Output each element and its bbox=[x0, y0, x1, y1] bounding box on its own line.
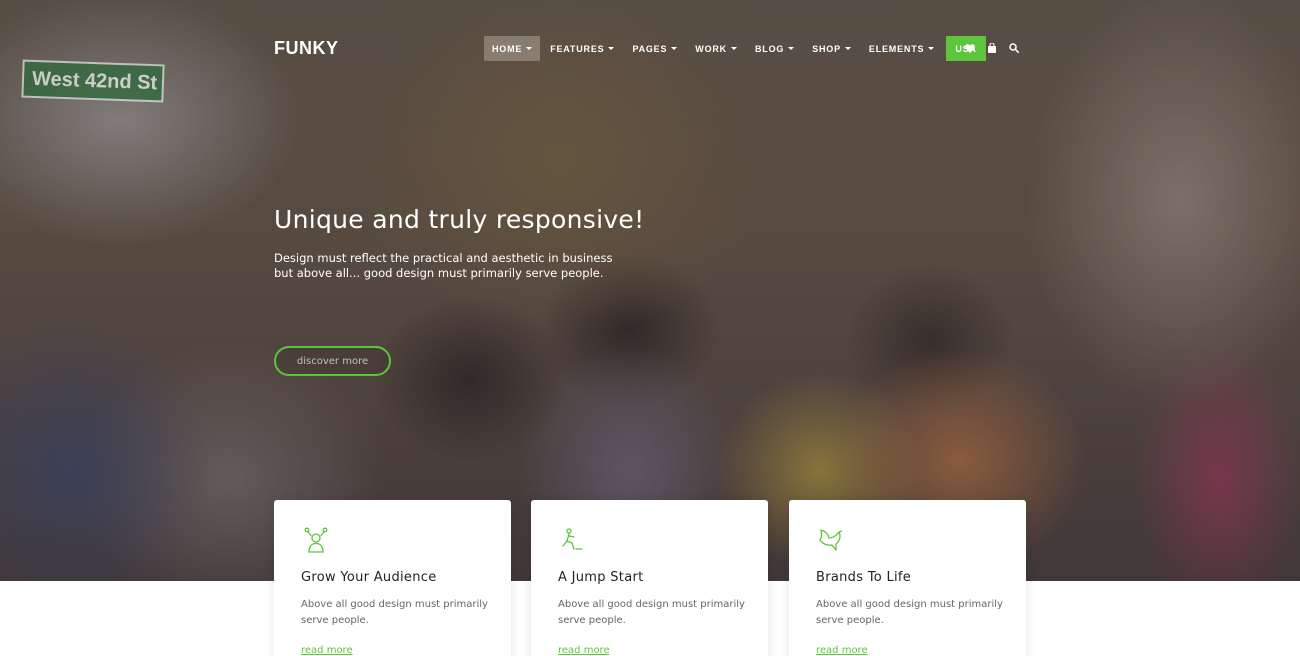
hero-subtitle: Design must reflect the practical and ae… bbox=[274, 251, 613, 280]
nav-item-blog[interactable]: BLOG bbox=[747, 36, 802, 61]
chevron-down-icon bbox=[608, 47, 615, 50]
feature-cards: Grow Your Audience Above all good design… bbox=[274, 500, 1026, 656]
discover-more-button[interactable]: discover more bbox=[274, 346, 391, 376]
nav-item-label: FEATURES bbox=[550, 43, 605, 54]
chevron-down-icon bbox=[730, 47, 737, 50]
feature-card: A Jump Start Above all good design must … bbox=[531, 500, 768, 656]
read-more-link[interactable]: read more bbox=[558, 645, 741, 656]
hero-content: Unique and truly responsive! Design must… bbox=[274, 204, 654, 376]
feature-card: Grow Your Audience Above all good design… bbox=[274, 500, 511, 656]
site-logo[interactable]: FUNKY bbox=[274, 38, 339, 59]
shopping-bag-icon[interactable] bbox=[986, 42, 998, 54]
nav-item-label: HOME bbox=[492, 43, 523, 54]
chevron-down-icon bbox=[671, 47, 678, 50]
nav-item-pages[interactable]: PAGES bbox=[624, 36, 685, 61]
chevron-down-icon bbox=[928, 47, 935, 50]
dove-icon bbox=[816, 526, 846, 556]
card-title: Grow Your Audience bbox=[301, 570, 437, 585]
card-title: A Jump Start bbox=[558, 570, 644, 585]
nav-item-shop[interactable]: SHOP bbox=[804, 36, 859, 61]
site-header: FUNKY HOME FEATURES PAGES WORK BLOG SHOP… bbox=[0, 0, 1300, 96]
card-text: Above all good design must primarily ser… bbox=[816, 599, 1003, 626]
chevron-down-icon bbox=[844, 47, 851, 50]
read-more-link[interactable]: read more bbox=[816, 645, 999, 656]
card-text: Above all good design must primarily ser… bbox=[301, 599, 488, 626]
card-text: Above all good design must primarily ser… bbox=[558, 599, 745, 626]
nav-item-features[interactable]: FEATURES bbox=[542, 36, 622, 61]
header-icons bbox=[964, 42, 1030, 54]
nav-item-label: WORK bbox=[695, 43, 727, 54]
heart-icon[interactable] bbox=[964, 42, 976, 54]
main-nav: HOME FEATURES PAGES WORK BLOG SHOP ELEME… bbox=[484, 36, 988, 61]
jump-start-icon bbox=[558, 526, 588, 556]
chevron-down-icon bbox=[788, 47, 795, 50]
nav-item-elements[interactable]: ELEMENTS bbox=[861, 36, 942, 61]
nav-item-work[interactable]: WORK bbox=[687, 36, 745, 61]
nav-item-label: SHOP bbox=[812, 43, 841, 54]
nav-item-label: ELEMENTS bbox=[868, 43, 925, 54]
search-icon[interactable] bbox=[1008, 42, 1020, 54]
chevron-down-icon bbox=[526, 47, 533, 50]
read-more-link[interactable]: read more bbox=[301, 645, 484, 656]
nav-item-label: PAGES bbox=[632, 43, 668, 54]
audience-icon bbox=[301, 526, 331, 556]
nav-item-label: BLOG bbox=[754, 43, 785, 54]
feature-card: Brands To Life Above all good design mus… bbox=[789, 500, 1026, 656]
card-title: Brands To Life bbox=[816, 570, 912, 585]
nav-item-home[interactable]: HOME bbox=[484, 36, 541, 61]
hero-title: Unique and truly responsive! bbox=[274, 205, 645, 234]
